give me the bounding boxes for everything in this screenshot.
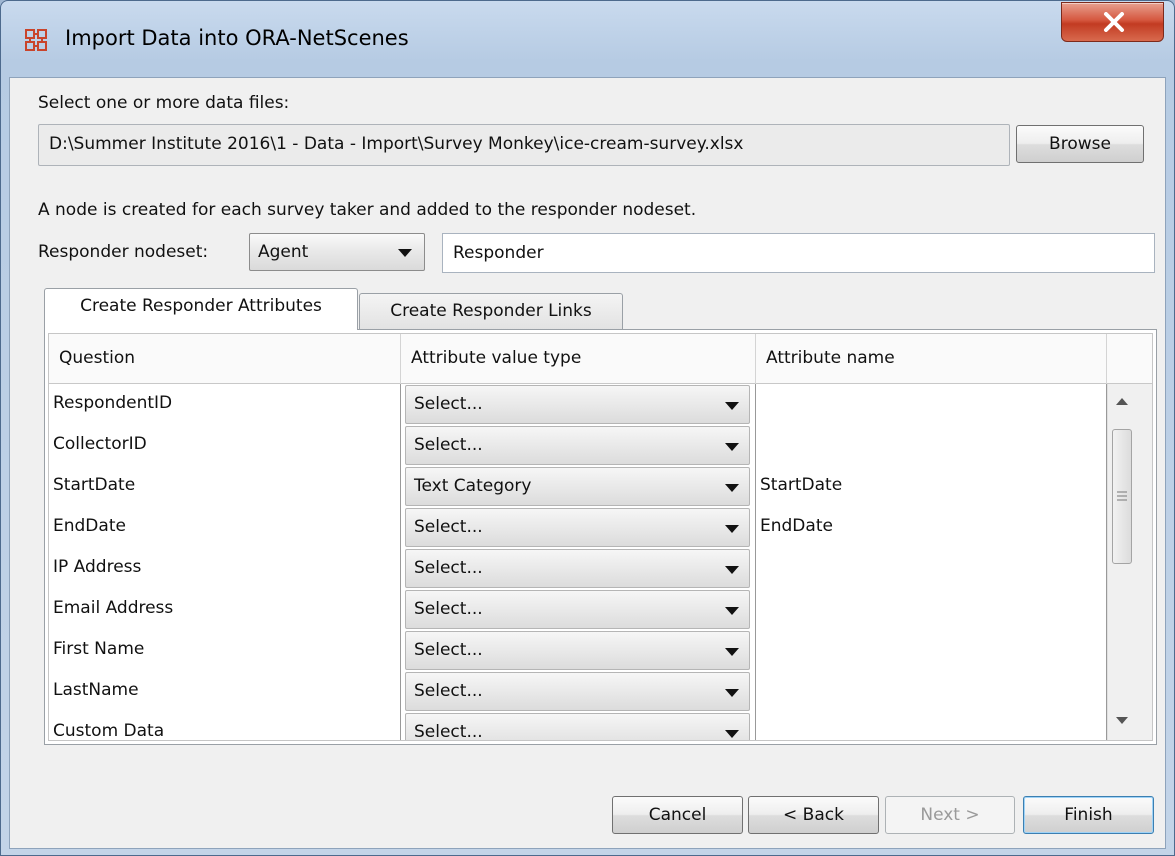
close-icon — [1104, 12, 1124, 32]
type-cell: Select... — [401, 384, 756, 425]
attributes-table: Question Attribute value type Attribute … — [48, 333, 1153, 741]
attribute-type-value: Text Category — [414, 476, 532, 496]
chevron-down-icon — [725, 566, 739, 574]
chevron-down-icon — [725, 607, 739, 615]
question-cell: Email Address — [49, 589, 401, 630]
responder-description: A node is created for each survey taker … — [38, 200, 697, 220]
tab-create-responder-attributes[interactable]: Create Responder Attributes — [44, 288, 358, 330]
responder-name-input[interactable]: Responder — [442, 233, 1155, 273]
attribute-name-cell[interactable]: EndDate — [756, 507, 1107, 548]
file-select-label: Select one or more data files: — [38, 93, 290, 113]
type-cell: Select... — [401, 589, 756, 630]
attribute-type-value: Select... — [414, 599, 483, 619]
attribute-name-cell[interactable] — [756, 671, 1107, 712]
attribute-type-value: Select... — [414, 558, 483, 578]
attribute-name-cell[interactable] — [756, 712, 1107, 740]
attribute-name-cell[interactable] — [756, 548, 1107, 589]
table-row[interactable]: Email Address Select... — [49, 589, 1107, 630]
type-cell: Select... — [401, 425, 756, 466]
attribute-type-select[interactable]: Select... — [405, 508, 750, 547]
chevron-down-icon — [725, 402, 739, 410]
dialog-content: Select one or more data files: D:\Summer… — [9, 77, 1166, 849]
question-cell: LastName — [49, 671, 401, 712]
question-cell: RespondentID — [49, 384, 401, 425]
column-header-attribute-value-type[interactable]: Attribute value type — [401, 334, 756, 384]
attribute-type-select[interactable]: Select... — [405, 713, 750, 741]
question-cell: CollectorID — [49, 425, 401, 466]
chevron-down-icon — [725, 484, 739, 492]
attribute-type-value: Select... — [414, 640, 483, 660]
question-cell: EndDate — [49, 507, 401, 548]
responder-nodeset-dropdown[interactable]: Agent — [249, 233, 425, 271]
scrollbar-thumb[interactable] — [1112, 429, 1132, 564]
table-row[interactable]: LastName Select... — [49, 671, 1107, 712]
attribute-type-value: Select... — [414, 681, 483, 701]
attribute-type-select[interactable]: Select... — [405, 385, 750, 424]
chevron-down-icon — [725, 648, 739, 656]
table-row[interactable]: First Name Select... — [49, 630, 1107, 671]
attribute-type-select[interactable]: Text Category — [405, 467, 750, 506]
attribute-type-select[interactable]: Select... — [405, 631, 750, 670]
question-cell: Custom Data — [49, 712, 401, 740]
responder-nodeset-label: Responder nodeset: — [38, 242, 209, 262]
scroll-down-arrow-icon[interactable] — [1116, 717, 1128, 724]
back-button[interactable]: < Back — [748, 796, 879, 834]
attribute-name-cell[interactable] — [756, 425, 1107, 466]
type-cell: Select... — [401, 630, 756, 671]
attribute-name-cell[interactable] — [756, 384, 1107, 425]
question-cell: StartDate — [49, 466, 401, 507]
chevron-down-icon — [398, 249, 412, 257]
table-row[interactable]: CollectorID Select... — [49, 425, 1107, 466]
responder-nodeset-value: Agent — [258, 242, 309, 262]
attribute-type-value: Select... — [414, 435, 483, 455]
attribute-type-select[interactable]: Select... — [405, 672, 750, 711]
browse-button[interactable]: Browse — [1016, 125, 1144, 163]
table-header: Question Attribute value type Attribute … — [49, 334, 1152, 384]
type-cell: Select... — [401, 712, 756, 741]
attribute-name-cell[interactable]: StartDate — [756, 466, 1107, 507]
table-row[interactable]: StartDate Text Category StartDate — [49, 466, 1107, 507]
file-path-field[interactable]: D:\Summer Institute 2016\1 - Data - Impo… — [38, 124, 1010, 166]
table-row[interactable]: IP Address Select... — [49, 548, 1107, 589]
table-vertical-scrollbar[interactable] — [1107, 384, 1152, 740]
question-cell: IP Address — [49, 548, 401, 589]
attribute-type-select[interactable]: Select... — [405, 590, 750, 629]
ora-network-icon — [25, 29, 47, 51]
type-cell: Text Category — [401, 466, 756, 507]
tab-create-responder-links[interactable]: Create Responder Links — [359, 293, 623, 330]
next-button[interactable]: Next > — [885, 796, 1015, 834]
type-cell: Select... — [401, 548, 756, 589]
attribute-type-value: Select... — [414, 722, 483, 741]
close-button[interactable] — [1061, 2, 1164, 42]
attribute-type-value: Select... — [414, 394, 483, 414]
attributes-tab-panel: Question Attribute value type Attribute … — [44, 329, 1157, 745]
type-cell: Select... — [401, 671, 756, 712]
scroll-up-arrow-icon[interactable] — [1116, 398, 1128, 405]
title-bar[interactable]: Import Data into ORA-NetScenes — [1, 1, 1174, 77]
window-title: Import Data into ORA-NetScenes — [65, 26, 409, 50]
table-row[interactable]: RespondentID Select... — [49, 384, 1107, 425]
grip-icon — [1117, 491, 1127, 501]
attribute-type-select[interactable]: Select... — [405, 549, 750, 588]
table-row[interactable]: EndDate Select... EndDate — [49, 507, 1107, 548]
attribute-type-value: Select... — [414, 517, 483, 537]
table-row[interactable]: Custom Data Select... — [49, 712, 1107, 741]
chevron-down-icon — [725, 525, 739, 533]
attribute-type-select[interactable]: Select... — [405, 426, 750, 465]
chevron-down-icon — [725, 730, 739, 738]
type-cell: Select... — [401, 507, 756, 548]
finish-button[interactable]: Finish — [1023, 796, 1154, 834]
attribute-name-cell[interactable] — [756, 589, 1107, 630]
import-dialog: Import Data into ORA-NetScenes Select on… — [0, 0, 1175, 856]
question-cell: First Name — [49, 630, 401, 671]
column-header-question[interactable]: Question — [49, 334, 401, 384]
column-header-attribute-name[interactable]: Attribute name — [756, 334, 1107, 384]
cancel-button[interactable]: Cancel — [612, 796, 743, 834]
attribute-name-cell[interactable] — [756, 630, 1107, 671]
chevron-down-icon — [725, 443, 739, 451]
chevron-down-icon — [725, 689, 739, 697]
